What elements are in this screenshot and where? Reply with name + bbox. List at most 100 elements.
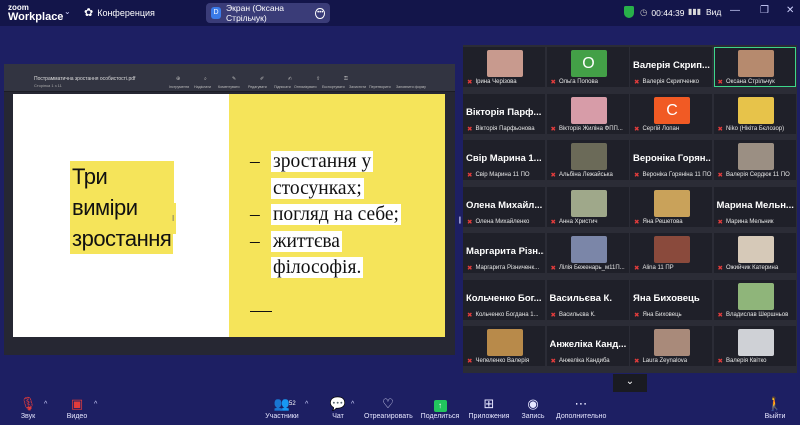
chevron-up-icon[interactable]: ^ <box>44 401 47 408</box>
edit-icon[interactable]: ✐ <box>260 76 264 82</box>
participant-tile[interactable]: Валерія Скрип... ✖ Валерія Скрипченко <box>630 47 712 87</box>
participant-tile[interactable]: ✖ Ожийчик Катерина <box>713 233 796 273</box>
participant-name: Васильєва К. <box>558 311 596 318</box>
participant-label: ✖ Кольченко Богдана 1... <box>467 311 545 319</box>
participant-tile[interactable]: С ✖ Сергій Лопан <box>630 93 712 134</box>
participant-tile[interactable]: ✖ Alina 11 ПР <box>630 233 712 273</box>
participant-display-name: Вікторія Парф... <box>466 106 542 118</box>
participant-tile[interactable]: Васильєва К. ✖ Васильєва К. <box>546 279 629 320</box>
participant-display-name: Анжеліка Канд... <box>549 339 627 350</box>
participant-label: ✖ Яна Решетова <box>634 218 712 226</box>
record-button[interactable]: ◉ Запись <box>518 397 548 421</box>
participant-label: ✖ Сергій Лопан <box>634 125 712 133</box>
chevron-up-icon[interactable]: ^ <box>351 401 354 408</box>
toolbar-item[interactable]: Інструменти <box>169 85 189 89</box>
participant-display-name: Вероніка Горян... <box>633 153 711 164</box>
participant-label: ✖ Анжеліка Кандиба <box>551 357 629 365</box>
mic-muted-icon: ✖ <box>550 265 556 272</box>
chevron-down-icon[interactable]: ⌄ <box>64 7 71 16</box>
tool-icon[interactable]: ⊕ <box>176 76 180 82</box>
participant-tile[interactable]: ✖ Niko (Нікіта Бєлозор) <box>713 93 796 134</box>
participant-tile[interactable]: ✖ Laura Zeynalova <box>630 326 712 366</box>
toolbar-item[interactable]: Перетворити <box>369 85 391 89</box>
participant-tile[interactable]: ✖ Лілія Беженарь_м11П... <box>546 233 629 273</box>
chevron-up-icon[interactable]: ^ <box>305 401 308 408</box>
more-icon[interactable]: ••• <box>315 7 325 19</box>
participant-tile[interactable]: Яна Биховець ✖ Яна Биховець <box>630 279 712 320</box>
participant-label: ✖ Вікторія Жиліна ФПП... <box>551 125 629 133</box>
toolbar-item[interactable]: Експортувати <box>322 85 345 89</box>
video-button[interactable]: ▣ Видео <box>64 397 90 421</box>
participant-tile[interactable]: ✖ Вікторія Жиліна ФПП... <box>546 93 629 134</box>
participant-tile[interactable]: ✖ Валерія Квітко <box>713 326 796 366</box>
toolbar-item[interactable]: Оптимізувати <box>294 85 317 89</box>
participants-count: 52 <box>289 401 296 407</box>
participant-video <box>654 236 690 263</box>
export-icon[interactable]: ⇪ <box>316 76 320 82</box>
shield-icon[interactable] <box>624 6 634 18</box>
scroll-down-button[interactable]: ⌄ <box>613 374 647 392</box>
toolbar-item[interactable]: Коментувати <box>218 85 239 89</box>
participants-label: Участники <box>265 413 299 420</box>
share-button[interactable]: ↑ Поделиться <box>420 397 460 420</box>
participant-tile[interactable]: ✖ Чепеленко Валерія <box>463 326 545 366</box>
participant-tile[interactable]: ✖ Валерія Сердюк 11 ПО <box>713 140 796 180</box>
leave-button[interactable]: 🚶 Выйти <box>762 397 788 421</box>
toolbar-item[interactable]: Захистити <box>349 85 366 89</box>
participant-tile[interactable]: ✖ Оксана Стрільчук <box>713 47 796 87</box>
toolbar-item[interactable]: Редагувати <box>248 85 267 89</box>
mic-muted-icon: ✖ <box>467 172 473 179</box>
participant-name: Лілія Беженарь_м11П... <box>558 265 625 271</box>
screen-share-indicator[interactable]: D Экран (Оксана Стрільчук) ••• <box>206 3 330 23</box>
mic-muted-icon: ✖ <box>467 79 473 86</box>
participant-tile[interactable]: ✖ Ірина Черізова <box>463 47 545 87</box>
toolbar-item[interactable]: Надіслати <box>194 85 211 89</box>
participant-tile[interactable]: ✖ Анна Христич <box>546 186 629 227</box>
participant-tile[interactable]: Кольченко Бог... ✖ Кольченко Богдана 1... <box>463 279 545 320</box>
participant-tile[interactable]: О ✖ Ольга Попова <box>546 47 629 87</box>
participant-tile[interactable]: Свір Марина 1... ✖ Свір Марина 11 ПО <box>463 140 545 180</box>
mic-muted-icon: ✖ <box>717 311 723 319</box>
participant-tile[interactable]: ✖ Яна Решетова <box>630 186 712 227</box>
participant-name: Альбіна Лежайська <box>558 172 613 178</box>
resize-handle-icon[interactable]: ❙ <box>457 216 463 224</box>
toolbar-item[interactable]: Підписати <box>274 85 291 89</box>
chat-button[interactable]: 💬 Чат <box>328 397 348 421</box>
slide-title-line2: зростання <box>70 223 174 254</box>
sign-icon[interactable]: ✍ <box>288 76 292 82</box>
participant-tile[interactable]: Анжеліка Канд... ✖ Анжеліка Кандиба <box>546 326 629 366</box>
slide-underline <box>250 311 272 312</box>
audio-button[interactable]: 🎙 Звук <box>16 397 40 421</box>
chevron-up-icon[interactable]: ^ <box>94 401 97 408</box>
comment-icon[interactable]: ✎ <box>232 76 236 82</box>
participant-display-name: Олена Михайл... <box>466 199 543 211</box>
mic-muted-icon: ✖ <box>467 265 473 272</box>
protect-icon[interactable]: ⚿ <box>344 76 348 82</box>
participant-name: Niko (Нікіта Бєлозор) <box>725 125 785 132</box>
participant-label: ✖ Ірина Черізова <box>467 78 545 86</box>
participant-tile[interactable]: Вікторія Парф... ✖ Вікторія Парфьонова <box>463 93 545 134</box>
participant-name: Laura Zeynalova <box>642 358 688 364</box>
participant-name: Оксана Стрільчук <box>725 79 775 85</box>
minimize-icon[interactable]: — <box>730 5 740 16</box>
zoom-icon[interactable]: ⌕ <box>204 76 207 82</box>
conference-menu[interactable]: ✿ Конференция <box>84 6 155 19</box>
apps-button[interactable]: ⊞ Приложения <box>468 397 510 421</box>
bullet-text: погляд на себе; <box>271 204 401 225</box>
more-button[interactable]: ⋯ Дополнительно <box>556 397 606 421</box>
close-icon[interactable]: ✕ <box>786 5 794 16</box>
participant-tile[interactable]: Олена Михайл... ✖ Олена Михайленко <box>463 186 545 227</box>
mic-muted-icon: ✖ <box>717 358 723 365</box>
react-button[interactable]: ♡ Отреагировать <box>364 397 413 421</box>
mic-muted-icon: ✖ <box>550 358 556 365</box>
participant-tile[interactable]: Марина Мельн... ✖ Марина Мельник <box>713 186 796 227</box>
participant-tile[interactable]: ✖ Альбіна Лежайська <box>546 140 629 180</box>
participant-tile[interactable]: Вероніка Горян... ✖ Вероніка Горяніна 11 П… <box>630 140 712 180</box>
participant-label: ✖ Лілія Беженарь_м11П... <box>551 264 629 272</box>
toolbar-item[interactable]: Заповнити форму <box>396 85 426 89</box>
mic-muted-icon: ✖ <box>634 172 640 179</box>
view-button[interactable]: Вид <box>706 7 721 17</box>
participant-tile[interactable]: ✖ Владислав Шершньов <box>713 279 796 320</box>
maximize-icon[interactable]: ❐ <box>760 5 769 16</box>
participant-tile[interactable]: Маргарита Різн... ✖ Маргарита Різниченк... <box>463 233 545 273</box>
